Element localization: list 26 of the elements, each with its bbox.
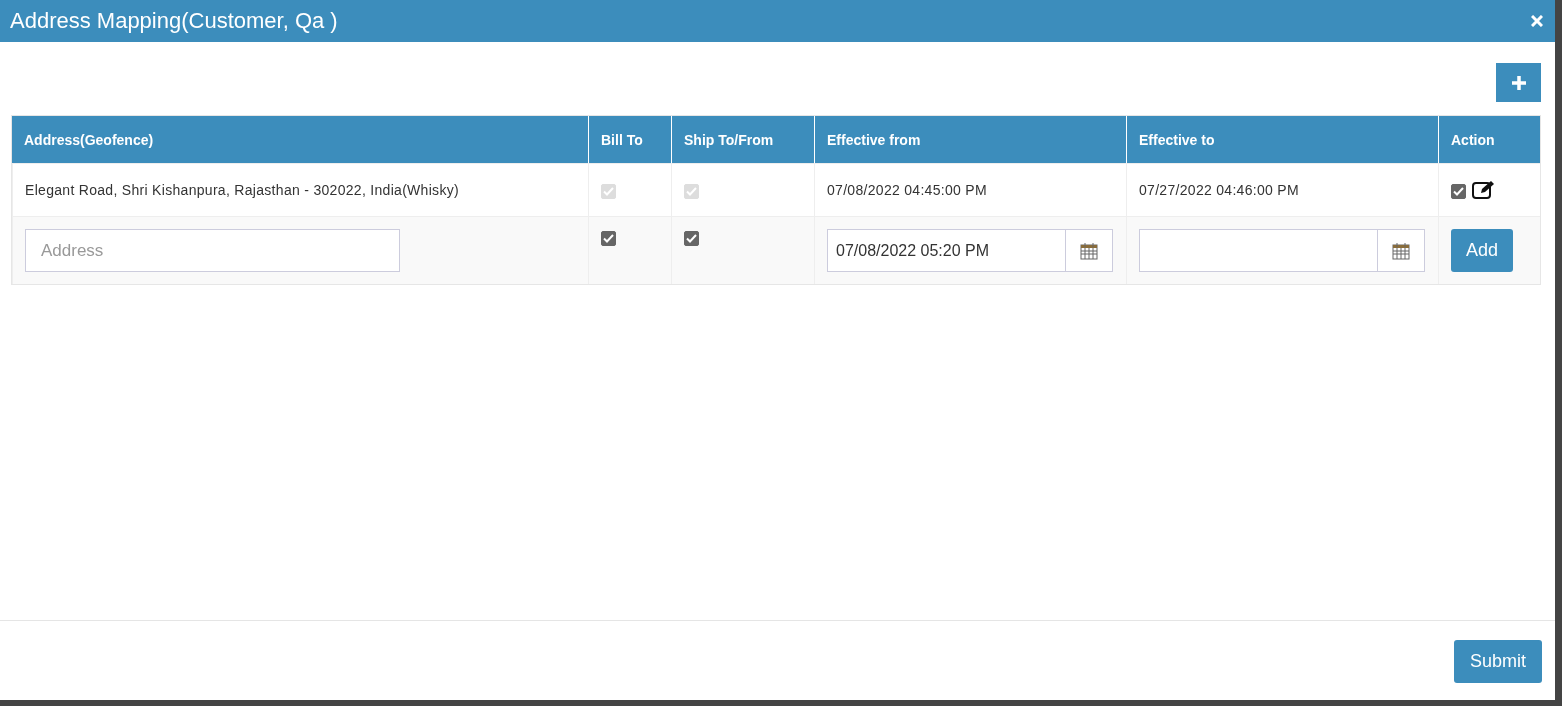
column-header: Address(Geofence) [12, 116, 588, 163]
column-header: Action [1438, 116, 1540, 163]
close-button[interactable] [1531, 15, 1543, 27]
date-text: 07/08/2022 04:45:00 PM [827, 182, 987, 198]
date-text: 07/27/2022 04:46:00 PM [1139, 182, 1299, 198]
plus-icon [1511, 75, 1526, 90]
date-field[interactable] [1139, 229, 1377, 272]
address-field[interactable]: Address [25, 229, 400, 272]
column-header: Effective to [1126, 116, 1438, 163]
checkbox[interactable] [601, 231, 616, 246]
modal-title: Address Mapping(Customer, Qa ) [10, 8, 338, 34]
calendar-icon [1392, 241, 1410, 260]
checkbox[interactable] [1451, 183, 1466, 199]
address-text: Elegant Road, Shri Kishanpura, Rajasthan - 302022, India(Whisky) [25, 182, 459, 198]
column-header: Bill To [588, 116, 671, 163]
column-header: Ship To/From [671, 116, 814, 163]
calendar-button[interactable] [1377, 229, 1425, 272]
edit-icon[interactable] [1472, 180, 1496, 200]
checkbox[interactable] [684, 231, 699, 246]
column-header: Effective from [814, 116, 1126, 163]
date-field[interactable]: 07/08/2022 05:20 PM [827, 229, 1065, 272]
add-row-button[interactable] [1496, 63, 1541, 102]
calendar-icon [1080, 241, 1098, 260]
calendar-button[interactable] [1065, 229, 1113, 272]
submit-button[interactable]: Submit [1454, 640, 1542, 683]
add-button[interactable]: Add [1451, 229, 1514, 272]
